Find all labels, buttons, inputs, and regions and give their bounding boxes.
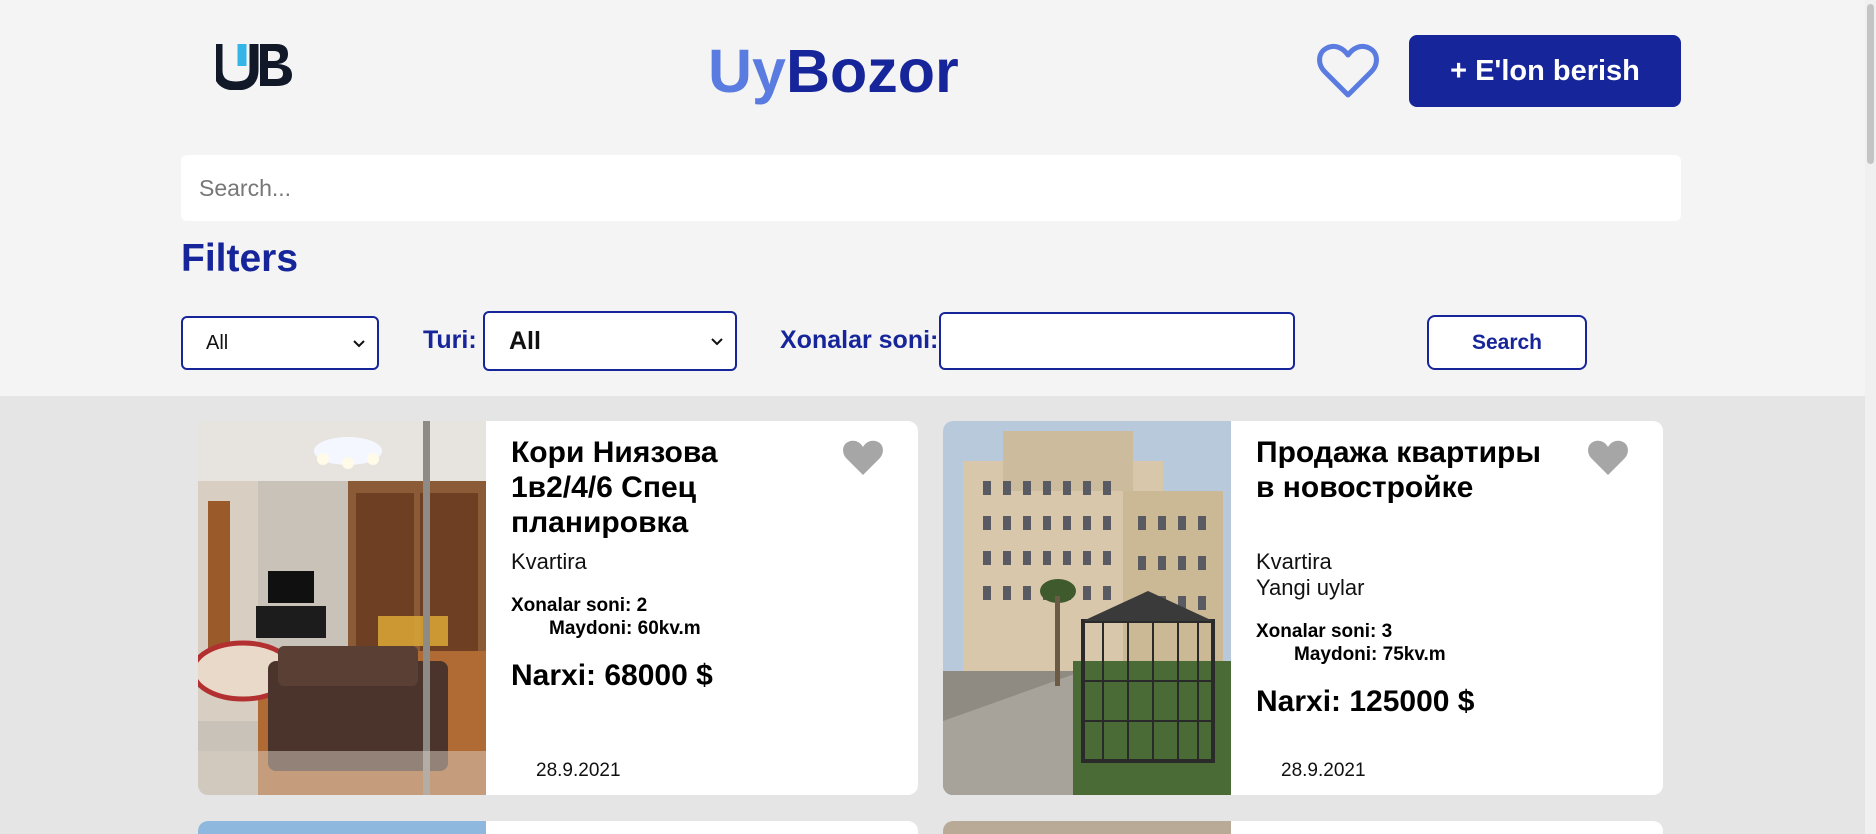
listing-title[interactable]: Продажа квартиры в новостройке [1256, 435, 1546, 505]
listing-photo[interactable] [198, 421, 486, 795]
page-scrollbar[interactable] [1865, 0, 1876, 834]
site-title-part1: Uy [708, 37, 786, 105]
listing-card[interactable] [943, 821, 1663, 834]
search-input[interactable] [181, 155, 1681, 221]
listing-date: 28.9.2021 [1281, 760, 1366, 781]
header-area: UyBozor + E'lon berish Filters All Turi:… [0, 0, 1865, 396]
favorites-heart-icon[interactable] [1316, 42, 1380, 100]
listing-photo[interactable] [198, 821, 486, 834]
listing-card[interactable] [198, 821, 918, 834]
site-title-part2: Bozor [785, 37, 959, 105]
listing-area: Maydoni: 75kv.m [1294, 644, 1446, 665]
post-ad-button[interactable]: + E'lon berish [1409, 35, 1681, 107]
listing-price: Narxi: 68000 $ [511, 659, 713, 692]
rooms-input[interactable] [939, 312, 1295, 370]
listing-subcategory: Yangi uylar [1256, 575, 1365, 600]
scrollbar-thumb[interactable] [1867, 4, 1874, 164]
chevron-down-icon [353, 340, 365, 348]
listing-title[interactable]: Кори Ниязова 1в2/4/6 Спец планировка [511, 435, 801, 540]
listing-photo[interactable] [943, 421, 1231, 795]
listing-card[interactable]: Продажа квартиры в новостройке Kvartira … [943, 421, 1663, 795]
favorite-heart-icon[interactable] [842, 439, 884, 477]
listing-date: 28.9.2021 [536, 760, 621, 781]
listing-area: Maydoni: 60kv.m [549, 618, 701, 639]
filters-title: Filters [181, 237, 299, 280]
listing-photo[interactable] [943, 821, 1231, 834]
listing-category: Kvartira [1256, 549, 1332, 574]
type-label: Turi: [423, 326, 477, 354]
favorite-heart-icon[interactable] [1587, 439, 1629, 477]
listing-price: Narxi: 125000 $ [1256, 685, 1475, 718]
region-select-value: All [206, 331, 229, 354]
rooms-label: Xonalar soni: [780, 326, 939, 354]
region-select[interactable]: All [181, 316, 379, 370]
listing-rooms: Xonalar soni: 2 [511, 595, 648, 616]
search-button[interactable]: Search [1427, 315, 1587, 370]
type-select[interactable]: All [483, 311, 737, 371]
site-title[interactable]: UyBozor [708, 36, 959, 106]
type-select-value: All [509, 326, 541, 355]
chevron-down-icon [711, 338, 723, 346]
listing-card[interactable]: Кори Ниязова 1в2/4/6 Спец планировка Kva… [198, 421, 918, 795]
site-logo[interactable] [213, 40, 294, 91]
listing-rooms: Xonalar soni: 3 [1256, 621, 1393, 642]
listing-category: Kvartira [511, 549, 587, 574]
